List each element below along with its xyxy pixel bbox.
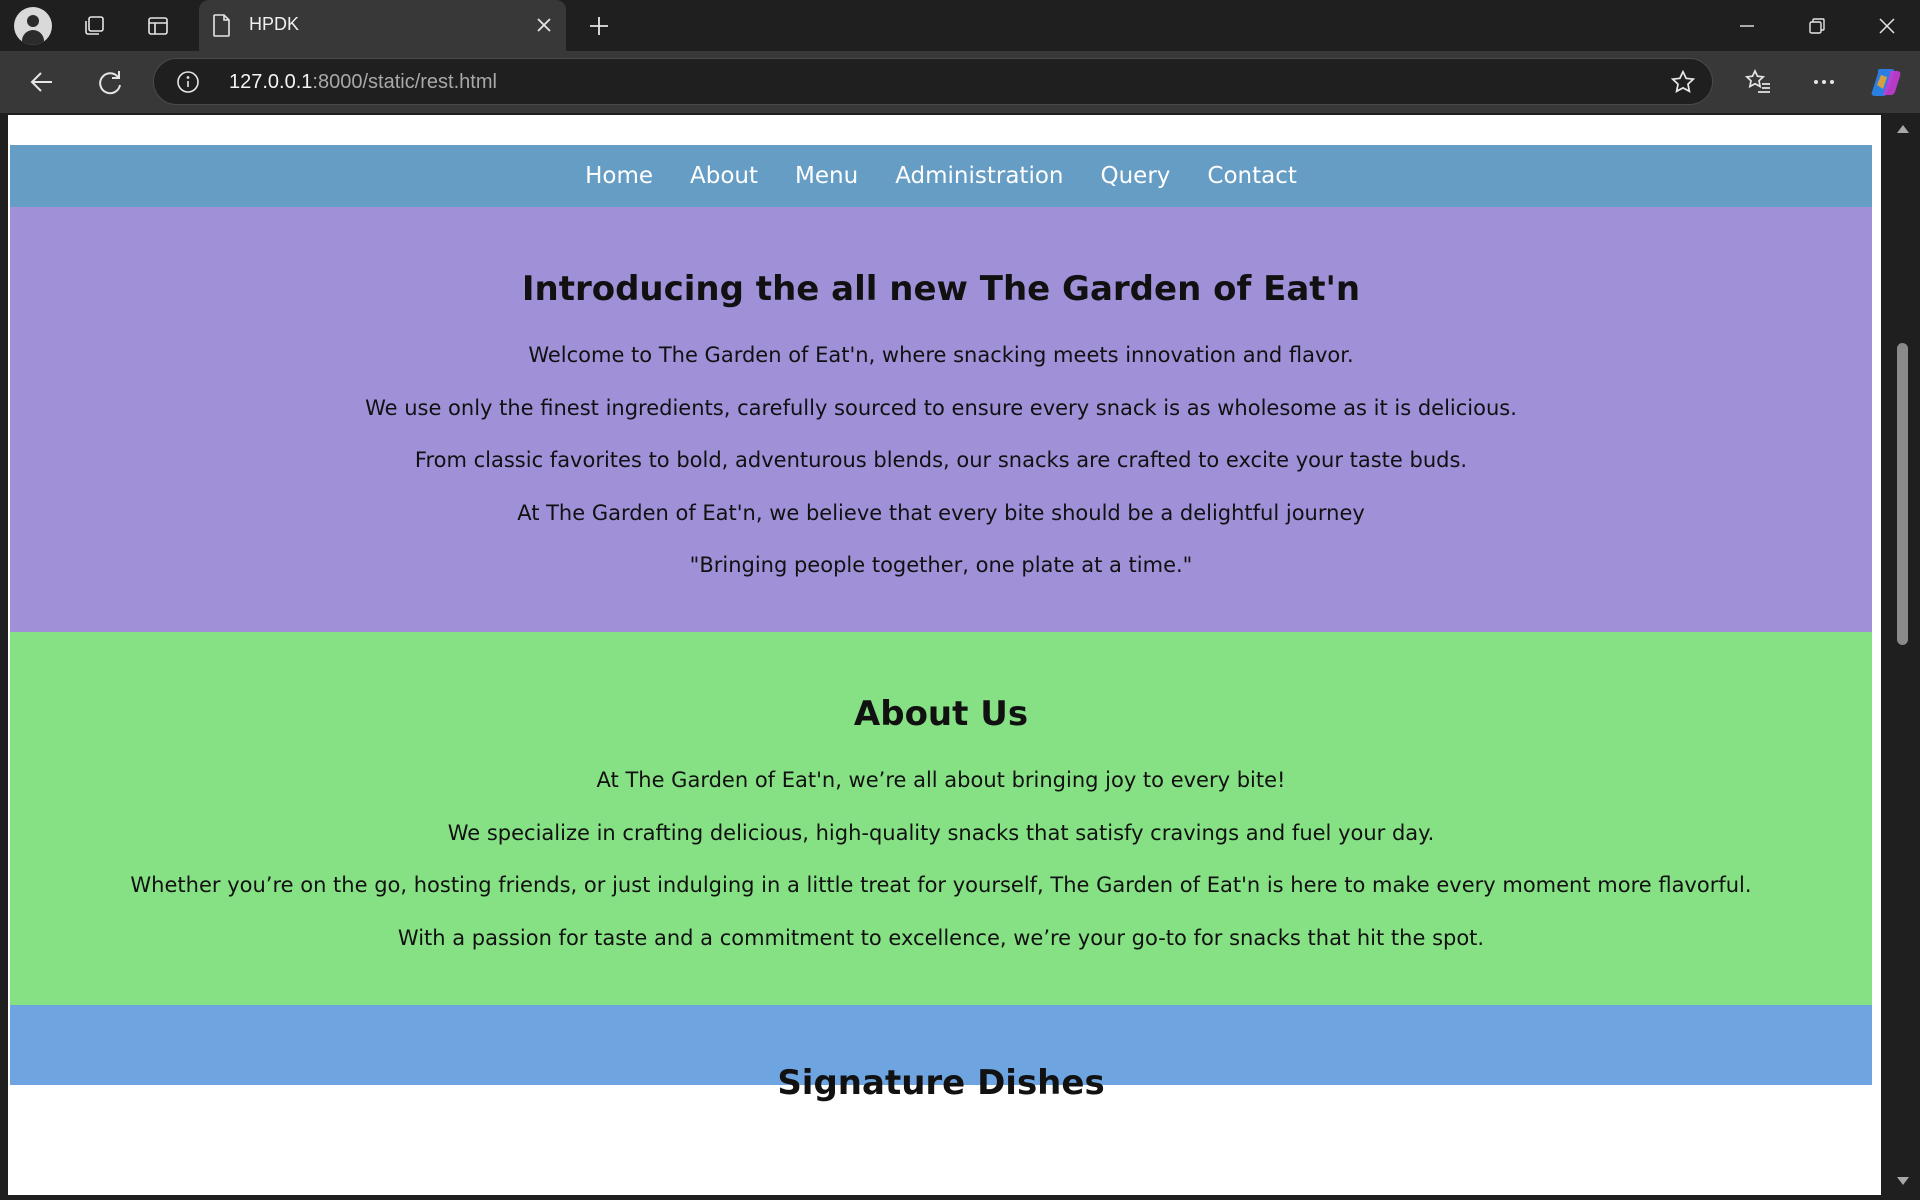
active-tab[interactable]: HPDK [199,0,566,51]
signature-dishes-heading: Signature Dishes [777,1063,1105,1103]
scroll-up-icon[interactable] [1895,123,1911,135]
nav-administration[interactable]: Administration [895,163,1063,189]
workspaces-icon[interactable] [80,12,108,40]
tab-title: HPDK [249,14,300,34]
nav-contact[interactable]: Contact [1207,163,1296,189]
website: Home About Menu Administration Query Con… [10,145,1872,1103]
restore-icon[interactable] [1782,0,1852,51]
scroll-down-icon[interactable] [1895,1175,1911,1187]
page-scrollbar[interactable] [1885,115,1920,1195]
info-icon[interactable] [176,70,200,94]
page-icon [213,14,230,37]
minimize-icon[interactable] [1712,0,1782,51]
back-icon[interactable] [26,66,58,98]
url-path: :8000/static/rest.html [312,71,497,93]
nav-menu[interactable]: Menu [795,163,858,189]
avatar-shoulders [22,30,44,45]
intro-quote: "Bringing people together, one plate at … [689,553,1193,577]
refresh-icon[interactable] [94,66,126,98]
new-tab-icon[interactable] [584,11,614,41]
scrollbar-thumb[interactable] [1897,343,1908,645]
favorite-star-icon[interactable] [1670,69,1696,95]
profile-avatar[interactable] [14,7,52,45]
about-paragraph: At The Garden of Eat'n, we’re all about … [596,768,1286,792]
intro-section: Introducing the all new The Garden of Ea… [10,207,1872,632]
about-heading: About Us [853,694,1029,734]
nav-query[interactable]: Query [1101,163,1171,189]
about-paragraph: We specialize in crafting delicious, hig… [447,820,1435,845]
more-icon[interactable] [1808,66,1840,98]
url-host: 127.0.0.1 [229,71,313,93]
intro-heading: Introducing the all new The Garden of Ea… [521,269,1361,309]
favorites-icon[interactable] [1742,66,1774,98]
window-close-icon[interactable] [1852,0,1920,51]
nav-about[interactable]: About [690,163,758,189]
tab-actions-icon[interactable] [144,12,172,40]
copilot-icon[interactable] [1868,64,1904,100]
intro-paragraph: From classic favorites to bold, adventur… [414,448,1468,472]
url-field[interactable]: 127.0.0.1:8000/static/rest.html [153,58,1713,105]
tab-strip: HPDK [0,0,1920,51]
signature-dishes-section: Signature Dishes [10,1005,1872,1103]
nav-home[interactable]: Home [585,163,653,189]
about-paragraph: Whether you’re on the go, hosting friend… [130,873,1752,897]
url-text: 127.0.0.1:8000/static/rest.html [229,71,497,94]
intro-paragraph: At The Garden of Eat'n, we believe that … [517,500,1365,525]
about-section: About Us At The Garden of Eat'n, we’re a… [10,632,1872,1005]
address-bar: 127.0.0.1:8000/static/rest.html [0,51,1920,113]
about-paragraph: With a passion for taste and a commitmen… [397,925,1485,950]
close-icon[interactable] [532,13,556,37]
intro-paragraph: Welcome to The Garden of Eat'n, where sn… [528,343,1354,367]
avatar-head [27,15,39,27]
site-nav: Home About Menu Administration Query Con… [10,145,1872,207]
intro-paragraph: We use only the finest ingredients, care… [365,395,1517,420]
